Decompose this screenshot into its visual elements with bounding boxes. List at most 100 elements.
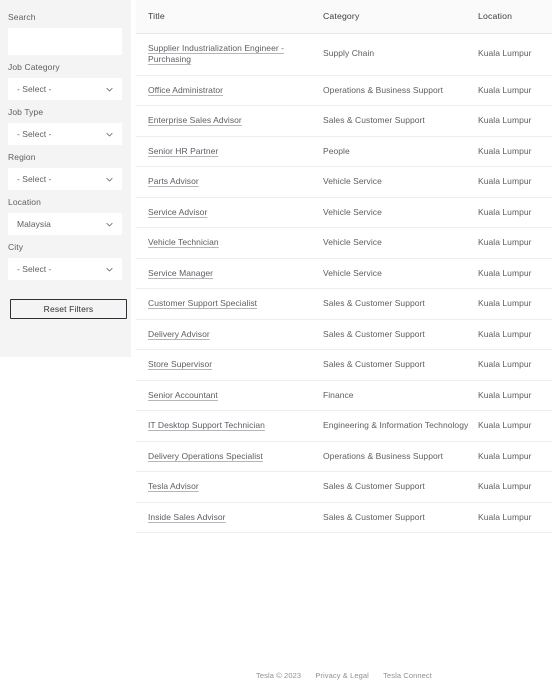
cell-category: Sales & Customer Support xyxy=(323,471,478,503)
cell-title: Vehicle Technician xyxy=(136,227,323,259)
cell-location: Kuala Lumpur xyxy=(478,380,552,411)
reset-filters-button[interactable]: Reset Filters xyxy=(10,299,127,319)
table-row: Parts Advisor Vehicle Service Kuala Lumpur xyxy=(136,166,552,198)
cell-category: Operations & Business Support xyxy=(323,441,478,472)
location-value: Malaysia xyxy=(17,219,51,229)
cell-location: Kuala Lumpur xyxy=(478,319,552,350)
filters-panel: Search Job Category - Select - Job Type … xyxy=(0,0,131,357)
table-row: Delivery Operations Specialist Operations… xyxy=(136,441,552,472)
cell-category: Finance xyxy=(323,380,478,411)
cell-location: Kuala Lumpur xyxy=(478,471,552,503)
cell-location: Kuala Lumpur xyxy=(478,197,552,228)
chevron-down-icon xyxy=(105,85,114,94)
job-title-link[interactable]: Supplier Industrialization Engineer - Pu… xyxy=(148,43,284,65)
filter-group-search: Search xyxy=(8,12,123,55)
job-title-link[interactable]: IT Desktop Support Technician xyxy=(148,420,265,430)
region-value: - Select - xyxy=(17,174,52,184)
job-title-link[interactable]: Service Advisor xyxy=(148,207,207,217)
city-value: - Select - xyxy=(17,264,52,274)
table-row: Delivery Advisor Sales & Customer Support… xyxy=(136,319,552,350)
region-label: Region xyxy=(8,152,36,162)
table-row: Senior Accountant Finance Kuala Lumpur xyxy=(136,380,552,411)
cell-category: People xyxy=(323,136,478,167)
table-row: Enterprise Sales Advisor Sales & Customer… xyxy=(136,105,552,137)
filter-group-job-type: Job Type - Select - xyxy=(8,107,123,145)
cell-title: Enterprise Sales Advisor xyxy=(136,105,323,137)
job-type-select[interactable]: - Select - xyxy=(8,123,122,145)
filter-group-job-category: Job Category - Select - xyxy=(8,62,123,100)
filter-group-city: City - Select - xyxy=(8,242,123,280)
region-select[interactable]: - Select - xyxy=(8,168,122,190)
cell-title: Service Advisor xyxy=(136,197,323,228)
job-title-link[interactable]: Enterprise Sales Advisor xyxy=(148,115,242,125)
job-title-link[interactable]: Service Manager xyxy=(148,268,213,278)
job-title-link[interactable]: Delivery Operations Specialist xyxy=(148,451,263,461)
table-row: IT Desktop Support Technician Engineering… xyxy=(136,410,552,442)
city-select[interactable]: - Select - xyxy=(8,258,122,280)
job-title-link[interactable]: Senior HR Partner xyxy=(148,146,218,156)
jobs-table-body: Supplier Industrialization Engineer - Pu… xyxy=(136,33,552,533)
chevron-down-icon xyxy=(105,220,114,229)
cell-title: Senior HR Partner xyxy=(136,136,323,167)
filter-group-location: Location Malaysia xyxy=(8,197,123,235)
jobs-table: Title Category Location Supplier Industr… xyxy=(136,0,552,533)
job-title-link[interactable]: Store Supervisor xyxy=(148,359,212,369)
job-title-link[interactable]: Vehicle Technician xyxy=(148,237,219,247)
job-title-link[interactable]: Customer Support Specialist xyxy=(148,298,257,308)
cell-category: Engineering & Information Technology xyxy=(323,410,478,442)
cell-title: Delivery Operations Specialist xyxy=(136,441,323,472)
jobs-table-head: Title Category Location xyxy=(136,0,552,34)
job-title-link[interactable]: Office Administrator xyxy=(148,85,223,95)
filter-group-region: Region - Select - xyxy=(8,152,123,190)
cell-location: Kuala Lumpur xyxy=(478,349,552,381)
cell-category: Sales & Customer Support xyxy=(323,105,478,137)
site-footer: Tesla © 2023 Privacy & Legal Tesla Conne… xyxy=(136,671,552,680)
cell-location: Kuala Lumpur xyxy=(478,441,552,472)
column-header-location[interactable]: Location xyxy=(478,0,552,34)
table-row: Service Advisor Vehicle Service Kuala Lump… xyxy=(136,197,552,228)
job-title-link[interactable]: Parts Advisor xyxy=(148,176,199,186)
job-title-link[interactable]: Tesla Advisor xyxy=(148,481,199,491)
cell-title: IT Desktop Support Technician xyxy=(136,410,323,442)
column-header-category[interactable]: Category xyxy=(323,0,478,34)
cell-location: Kuala Lumpur xyxy=(478,105,552,137)
table-row: Service Manager Vehicle Service Kuala Lump… xyxy=(136,258,552,289)
cell-title: Parts Advisor xyxy=(136,166,323,198)
table-header-row: Title Category Location xyxy=(136,0,552,34)
city-label: City xyxy=(8,242,24,252)
cell-title: Office Administrator xyxy=(136,75,323,106)
table-row: Vehicle Technician Vehicle Service Kuala L… xyxy=(136,227,552,259)
job-title-link[interactable]: Inside Sales Advisor xyxy=(148,512,226,522)
cell-title: Store Supervisor xyxy=(136,349,323,381)
cell-title: Delivery Advisor xyxy=(136,319,323,350)
chevron-down-icon xyxy=(105,265,114,274)
cell-category: Sales & Customer Support xyxy=(323,319,478,350)
footer-copyright: Tesla © 2023 xyxy=(256,671,302,680)
footer-link-tesla-connect[interactable]: Tesla Connect xyxy=(383,671,432,680)
cell-location: Kuala Lumpur xyxy=(478,227,552,259)
column-header-title[interactable]: Title xyxy=(136,0,323,34)
job-category-select[interactable]: - Select - xyxy=(8,78,122,100)
location-select[interactable]: Malaysia xyxy=(8,213,122,235)
cell-category: Supply Chain xyxy=(323,33,478,76)
cell-location: Kuala Lumpur xyxy=(478,410,552,442)
cell-location: Kuala Lumpur xyxy=(478,166,552,198)
job-title-link[interactable]: Senior Accountant xyxy=(148,390,218,400)
job-category-label: Job Category xyxy=(8,62,60,72)
table-row: Tesla Advisor Sales & Customer Support Kua… xyxy=(136,471,552,503)
cell-title: Service Manager xyxy=(136,258,323,289)
cell-location: Kuala Lumpur xyxy=(478,136,552,167)
job-title-link[interactable]: Delivery Advisor xyxy=(148,329,210,339)
table-row: Office Administrator Operations & Busines… xyxy=(136,75,552,106)
cell-title: Senior Accountant xyxy=(136,380,323,411)
cell-category: Sales & Customer Support xyxy=(323,288,478,320)
cell-location: Kuala Lumpur xyxy=(478,75,552,106)
footer-link-privacy-legal[interactable]: Privacy & Legal xyxy=(315,671,369,680)
cell-location: Kuala Lumpur xyxy=(478,502,552,533)
job-category-value: - Select - xyxy=(17,84,52,94)
cell-title: Customer Support Specialist xyxy=(136,288,323,320)
cell-location: Kuala Lumpur xyxy=(478,258,552,289)
careers-page: Search Job Category - Select - Job Type … xyxy=(0,0,552,690)
search-input[interactable] xyxy=(8,28,122,55)
cell-category: Vehicle Service xyxy=(323,197,478,228)
